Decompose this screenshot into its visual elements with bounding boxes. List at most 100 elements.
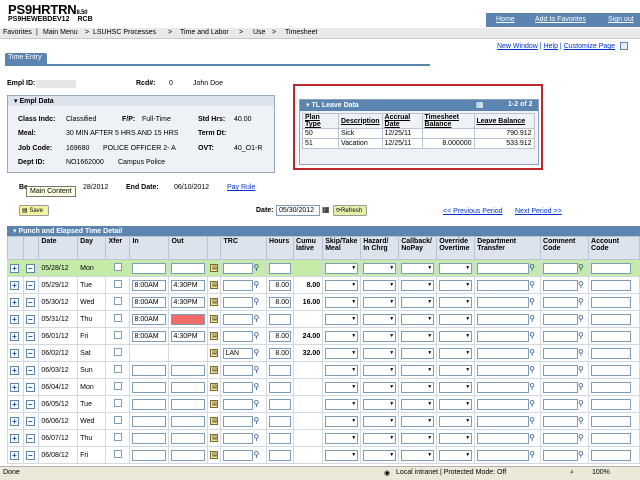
skip-take-meal-select[interactable] [325, 381, 359, 393]
search-icon[interactable]: ⚲ [578, 417, 586, 425]
delete-row-icon[interactable]: − [25, 382, 35, 392]
out-time-input[interactable] [171, 449, 206, 461]
trc-lookup-button-icon[interactable]: ▤ [210, 451, 219, 459]
override-overtime-select[interactable] [439, 449, 473, 461]
skip-take-meal-select[interactable] [325, 347, 359, 359]
comment-code-input[interactable] [543, 313, 579, 325]
out-time-input[interactable]: 4:30PM [171, 330, 206, 342]
override-overtime-select[interactable] [439, 398, 473, 410]
skip-take-meal-select[interactable] [325, 262, 359, 274]
account-code-input[interactable] [591, 415, 632, 427]
search-icon[interactable]: ⚲ [253, 349, 261, 357]
comment-code-input[interactable] [543, 432, 579, 444]
skip-take-meal-select[interactable] [325, 432, 359, 444]
calendar-icon[interactable]: ▦ [322, 205, 331, 216]
xfer-checkbox[interactable] [113, 433, 122, 441]
new-window-link[interactable]: New Window [497, 43, 538, 50]
hours-input[interactable] [269, 262, 292, 274]
search-icon[interactable]: ⚲ [529, 366, 537, 374]
xfer-checkbox[interactable] [113, 297, 122, 305]
in-time-input[interactable] [132, 449, 167, 461]
search-icon[interactable]: ⚲ [253, 417, 261, 425]
in-time-input[interactable] [132, 364, 167, 376]
add-row-icon[interactable]: + [10, 416, 19, 426]
skip-take-meal-select[interactable] [325, 364, 359, 376]
help-link[interactable]: Help [544, 43, 558, 50]
hours-input[interactable]: 8.00 [269, 279, 292, 291]
delete-row-icon[interactable]: − [25, 433, 35, 443]
skip-take-meal-select[interactable] [325, 415, 359, 427]
hours-input[interactable] [269, 313, 292, 325]
leave-col-accrual-date[interactable]: Accrual Date [381, 113, 423, 129]
department-transfer-input[interactable] [477, 432, 530, 444]
hours-input[interactable]: 8.00 [269, 296, 292, 308]
trc-input[interactable] [223, 449, 254, 461]
trc-lookup-button-icon[interactable]: ▤ [210, 264, 219, 272]
trc-input[interactable] [223, 262, 254, 274]
out-time-input[interactable]: 4:30PM [171, 296, 206, 308]
trc-lookup-button-icon[interactable]: ▤ [210, 366, 219, 374]
in-time-input[interactable] [132, 381, 167, 393]
hours-input[interactable]: 8.00 [269, 330, 292, 342]
search-icon[interactable]: ⚲ [529, 332, 537, 340]
comment-code-input[interactable] [543, 364, 579, 376]
in-time-input[interactable]: 8:00AM [132, 313, 167, 325]
hours-input[interactable] [269, 364, 292, 376]
department-transfer-input[interactable] [477, 398, 530, 410]
hazard-select[interactable] [363, 262, 397, 274]
department-transfer-input[interactable] [477, 313, 530, 325]
trc-lookup-button-icon[interactable]: ▤ [210, 349, 219, 357]
search-icon[interactable]: ⚲ [253, 281, 261, 289]
callback-select[interactable] [401, 347, 435, 359]
refresh-button[interactable]: ⟳Refresh [333, 205, 367, 216]
comment-code-input[interactable] [543, 279, 579, 291]
add-row-icon[interactable]: + [10, 280, 19, 290]
search-icon[interactable]: ⚲ [578, 298, 586, 306]
leave-col-leave-balance[interactable]: Leave Balance [473, 113, 535, 129]
leave-col-timesheet-balance[interactable]: Timesheet Balance [421, 113, 475, 129]
department-transfer-input[interactable] [477, 449, 530, 461]
add-row-icon[interactable]: + [10, 382, 19, 392]
trc-lookup-button-icon[interactable]: ▤ [210, 298, 219, 306]
trc-lookup-button-icon[interactable]: ▤ [210, 383, 219, 391]
callback-select[interactable] [401, 398, 435, 410]
override-overtime-select[interactable] [439, 347, 473, 359]
account-code-input[interactable] [591, 296, 632, 308]
previous-period-link[interactable]: << Previous Period [443, 208, 503, 215]
search-icon[interactable]: ⚲ [578, 315, 586, 323]
override-overtime-select[interactable] [439, 415, 473, 427]
hours-input[interactable] [269, 432, 292, 444]
delete-row-icon[interactable]: − [25, 399, 35, 409]
hazard-select[interactable] [363, 398, 397, 410]
xfer-checkbox[interactable] [113, 263, 122, 271]
hazard-select[interactable] [363, 415, 397, 427]
hours-input[interactable] [269, 449, 292, 461]
xfer-checkbox[interactable] [113, 382, 122, 390]
comment-code-input[interactable] [543, 381, 579, 393]
help-icon[interactable] [620, 42, 628, 50]
out-time-input[interactable] [171, 381, 206, 393]
hours-input[interactable] [269, 381, 292, 393]
comment-code-input[interactable] [543, 347, 579, 359]
in-time-input[interactable]: 8:00AM [132, 330, 167, 342]
department-transfer-input[interactable] [477, 262, 530, 274]
skip-take-meal-select[interactable] [325, 313, 359, 325]
override-overtime-select[interactable] [439, 330, 473, 342]
date-input[interactable]: 05/30/2012 [276, 205, 320, 216]
delete-row-icon[interactable]: − [25, 348, 35, 358]
hours-input[interactable]: 8.00 [269, 347, 292, 359]
delete-row-icon[interactable]: − [25, 416, 35, 426]
override-overtime-select[interactable] [439, 262, 473, 274]
in-time-input[interactable] [132, 398, 167, 410]
breadcrumb-main-menu[interactable]: Main Menu [43, 29, 78, 36]
grid-view-icon[interactable]: ▦ [476, 100, 484, 109]
add-to-favorites-link[interactable]: Add to Favorites [535, 16, 586, 23]
department-transfer-input[interactable] [477, 347, 530, 359]
skip-take-meal-select[interactable] [325, 279, 359, 291]
override-overtime-select[interactable] [439, 279, 473, 291]
hazard-select[interactable] [363, 313, 397, 325]
comment-code-input[interactable] [543, 398, 579, 410]
search-icon[interactable]: ⚲ [253, 264, 261, 272]
breadcrumb-time-labor[interactable]: Time and Labor [180, 29, 229, 36]
next-period-link[interactable]: Next Period >> [515, 208, 562, 215]
